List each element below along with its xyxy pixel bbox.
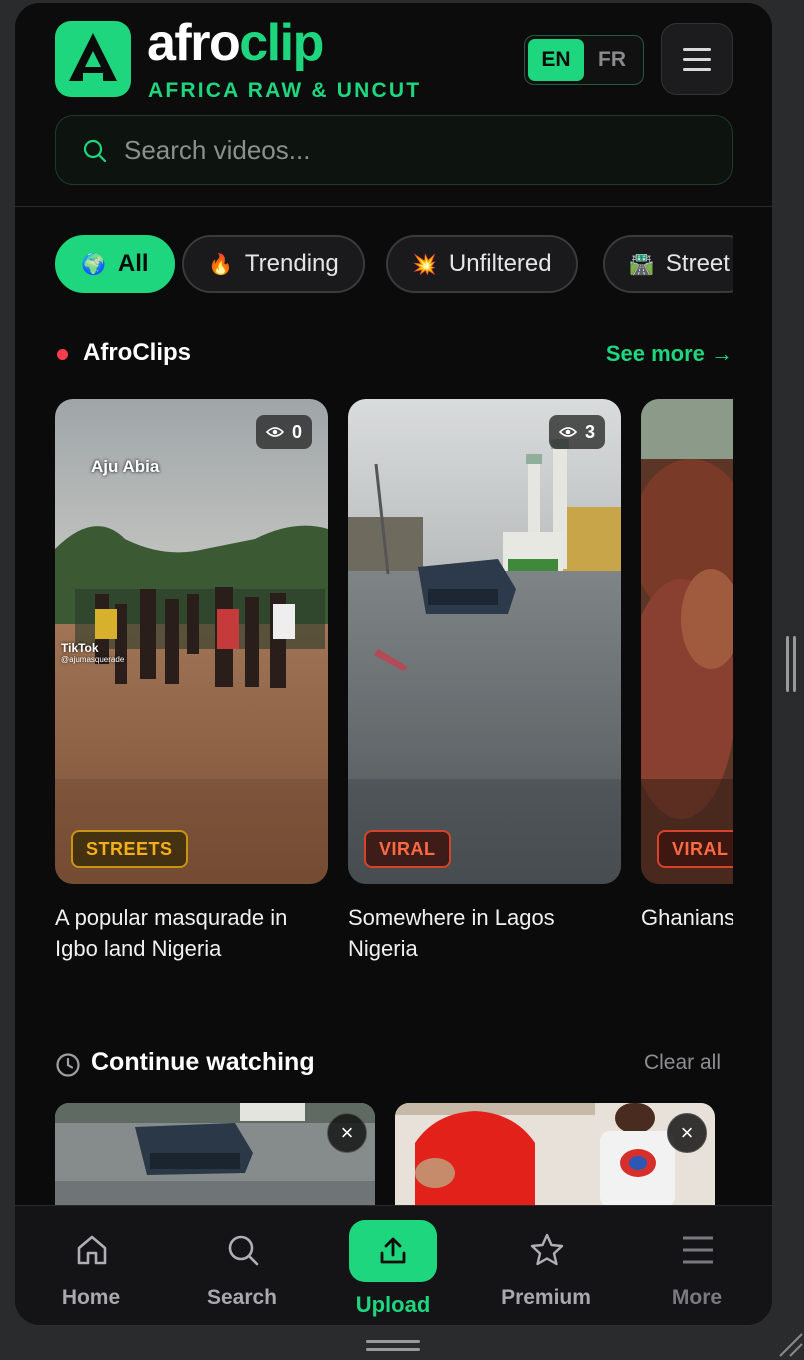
video-card[interactable]: 3 VIRAL Somewhere in Lagos Nigeria <box>348 399 621 964</box>
view-count-badge: 0 <box>255 415 312 449</box>
continue-watching-header: Continue watching Clear all <box>55 1047 721 1083</box>
nav-more[interactable]: More <box>632 1206 762 1325</box>
eye-icon <box>558 427 577 437</box>
view-count-badge: 3 <box>548 415 605 449</box>
search-input[interactable] <box>124 116 714 184</box>
live-dot-icon <box>57 349 68 360</box>
video-overlay-caption: Aju Abia <box>91 457 160 476</box>
chip-all[interactable]: 🌍 All <box>55 235 175 293</box>
fire-icon: 🔥 <box>208 253 233 276</box>
close-icon[interactable]: × <box>327 1113 367 1153</box>
video-title[interactable]: A popular masqurade in Igbo land Nigeria <box>55 902 328 964</box>
collision-icon: 💥 <box>412 253 437 276</box>
upload-label[interactable]: Upload <box>333 1292 453 1318</box>
tiktok-handle: @ajumasquerade <box>61 655 125 664</box>
video-card[interactable]: VIRAL Ghanians mines th <box>641 399 733 933</box>
category-badge: STREETS <box>71 830 188 868</box>
video-title[interactable]: Somewhere in Lagos Nigeria <box>348 902 621 964</box>
search-bar <box>55 115 733 185</box>
video-thumbnail <box>395 1103 715 1207</box>
video-thumbnail[interactable]: 3 VIRAL <box>348 399 621 884</box>
bottom-navigation: Home Search Upload Premium More <box>15 1205 772 1325</box>
star-icon <box>530 1233 564 1266</box>
tiktok-watermark: TikTok <box>61 641 99 655</box>
scroll-handle[interactable] <box>784 636 798 692</box>
nav-home[interactable]: Home <box>26 1206 156 1325</box>
search-icon <box>228 1235 259 1266</box>
app-frame: afroclip AFRICA RAW & UNCUT EN FR 🌍All 🔥… <box>14 2 773 1326</box>
road-icon: 🛣️ <box>629 253 654 276</box>
video-thumbnail[interactable]: VIRAL <box>641 399 733 884</box>
globe-icon: 🌍 <box>81 253 106 276</box>
language-switcher: EN FR <box>524 35 644 85</box>
video-card[interactable]: Aju Abia TikTok @ajumasquerade 0 STREETS… <box>55 399 328 964</box>
nav-search[interactable]: Search <box>177 1206 307 1325</box>
chip-trending[interactable]: 🔥 Trending <box>182 235 365 293</box>
chip-unfiltered[interactable]: 💥 Unfiltered <box>386 235 578 293</box>
header: afroclip AFRICA RAW & UNCUT EN FR <box>15 3 772 207</box>
afroclips-carousel: Aju Abia TikTok @ajumasquerade 0 STREETS… <box>55 399 733 979</box>
upload-button[interactable] <box>349 1220 437 1282</box>
close-icon[interactable]: × <box>667 1113 707 1153</box>
continue-watching-item[interactable]: × <box>55 1103 375 1207</box>
resize-corner-icon[interactable] <box>776 1330 804 1358</box>
continue-watching-item[interactable]: × <box>395 1103 715 1207</box>
chip-street[interactable]: 🛣️ Street <box>603 235 733 293</box>
menu-icon <box>683 1236 713 1264</box>
home-icon <box>77 1235 107 1265</box>
eye-icon <box>265 427 284 437</box>
category-chips: 🌍 All 🔥 Trending 💥 Unfiltered 🛣️ Street <box>55 235 733 295</box>
resize-handle[interactable] <box>366 1340 420 1354</box>
video-title[interactable]: Ghanians mines th <box>641 902 733 933</box>
logo-icon[interactable] <box>55 21 131 97</box>
video-thumbnail[interactable]: Aju Abia TikTok @ajumasquerade 0 STREETS <box>55 399 328 884</box>
video-thumbnail <box>55 1103 375 1207</box>
hamburger-icon <box>683 47 711 51</box>
category-badge: VIRAL <box>364 830 451 868</box>
see-more-link[interactable]: See more → <box>606 341 733 367</box>
nav-premium[interactable]: Premium <box>481 1206 611 1325</box>
clear-all-button[interactable]: Clear all <box>644 1051 721 1075</box>
section-title: AfroClips <box>83 339 191 366</box>
category-badge: VIRAL <box>657 830 733 868</box>
section-title: Continue watching <box>91 1048 315 1076</box>
brand-tagline: AFRICA RAW & UNCUT <box>148 79 422 102</box>
lang-fr-button[interactable]: FR <box>584 39 640 81</box>
hamburger-menu-button[interactable] <box>661 23 733 95</box>
afroclips-section-header: AfroClips See more → <box>55 339 733 371</box>
brand-name[interactable]: afroclip <box>147 11 324 75</box>
search-icon <box>83 139 107 163</box>
clock-icon <box>56 1053 80 1077</box>
upload-icon <box>380 1237 406 1264</box>
lang-en-button[interactable]: EN <box>528 39 584 81</box>
